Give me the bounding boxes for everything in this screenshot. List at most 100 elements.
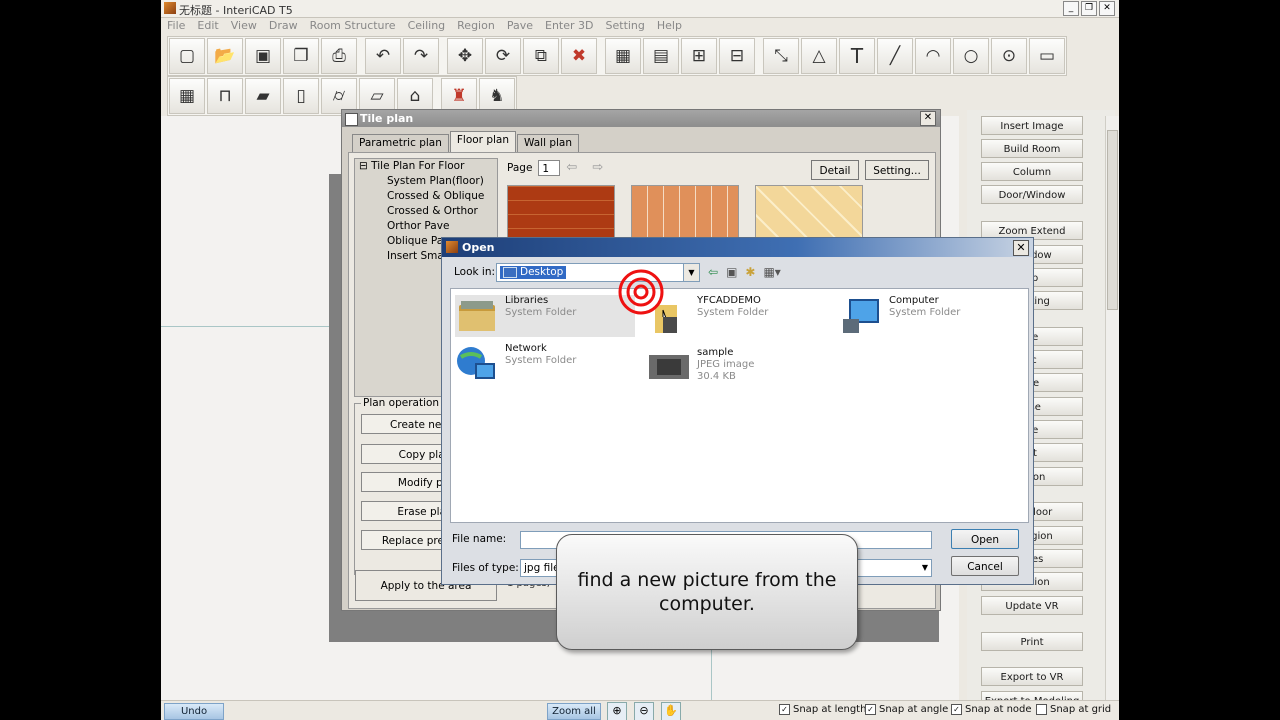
snap-length-label: Snap at length — [793, 704, 867, 715]
detail-button[interactable]: Detail — [811, 160, 859, 180]
sidebar-button-door-window[interactable]: Door/Window — [981, 185, 1083, 204]
checkbox-box[interactable] — [1036, 704, 1047, 715]
tile-thumbnail[interactable] — [507, 185, 615, 243]
angle-button[interactable]: △ — [801, 38, 837, 74]
tile-thumbnail[interactable] — [755, 185, 863, 243]
file-item-libraries[interactable]: Libraries System Folder — [455, 295, 635, 337]
delete-button[interactable]: ✖ — [561, 38, 597, 74]
zoom-in-icon[interactable]: ⊕ — [607, 702, 627, 720]
ungroup-button[interactable]: ▤ — [643, 38, 679, 74]
box-button[interactable]: ▯ — [283, 78, 319, 114]
snap-grid-checkbox[interactable]: Snap at grid — [1036, 704, 1111, 715]
tab-parametric-plan[interactable]: Parametric plan — [352, 134, 449, 153]
prev-page-icon[interactable]: ⇦ — [566, 161, 586, 175]
checkbox-box[interactable]: ✓ — [951, 704, 962, 715]
menu-help[interactable]: Help — [651, 18, 688, 34]
open-button[interactable]: 📂 — [207, 38, 243, 74]
menu-enter-3d[interactable]: Enter 3D — [539, 18, 600, 34]
undo-button[interactable]: Undo — [164, 703, 224, 720]
file-name-text: Computer — [889, 295, 939, 306]
group-button[interactable]: ▦ — [605, 38, 641, 74]
close-button[interactable]: ✕ — [1099, 1, 1115, 16]
close-icon[interactable]: ✕ — [920, 111, 936, 126]
file-item-sample[interactable]: sample JPEG image 30.4 KB — [647, 347, 754, 389]
menu-edit[interactable]: Edit — [191, 18, 224, 34]
file-item-network[interactable]: Network System Folder — [455, 343, 576, 385]
tree-item[interactable]: Orthor Pave — [355, 219, 497, 234]
tab-wall-plan[interactable]: Wall plan — [517, 134, 580, 153]
view-menu-icon[interactable]: ▦▾ — [763, 265, 780, 279]
snap-length-checkbox[interactable]: ✓ Snap at length — [779, 704, 866, 715]
remove-node-button[interactable]: ⊟ — [719, 38, 755, 74]
tree-item[interactable]: Crossed & Orthor — [355, 204, 497, 219]
measure-button[interactable]: ⤡ — [763, 38, 799, 74]
dialog-icon — [345, 113, 358, 126]
sidebar-button-column[interactable]: Column — [981, 162, 1083, 181]
setting-button[interactable]: Setting... — [865, 160, 929, 180]
tab-floor-plan[interactable]: Floor plan — [449, 131, 517, 153]
new-button[interactable]: ▢ — [169, 38, 205, 74]
tile-thumbnail[interactable] — [631, 185, 739, 243]
page-input[interactable]: 1 — [538, 160, 561, 176]
look-in-select[interactable]: Desktop ▼ — [496, 263, 700, 282]
tree-item[interactable]: Crossed & Oblique — [355, 189, 497, 204]
file-item-computer[interactable]: Computer System Folder — [839, 295, 960, 337]
snap-node-checkbox[interactable]: ✓ Snap at node — [951, 704, 1032, 715]
checkbox-box[interactable]: ✓ — [779, 704, 790, 715]
menu-room-structure[interactable]: Room Structure — [304, 18, 402, 34]
pan-hand-icon[interactable]: ✋ — [661, 702, 681, 720]
circle-button[interactable]: ○ — [953, 38, 989, 74]
tree-root[interactable]: ⊟ Tile Plan For Floor — [355, 159, 497, 174]
menu-region[interactable]: Region — [451, 18, 501, 34]
redo-button[interactable]: ↷ — [403, 38, 439, 74]
menu-view[interactable]: View — [225, 18, 263, 34]
next-page-icon[interactable]: ⇨ — [592, 161, 612, 175]
menu-file[interactable]: File — [161, 18, 191, 34]
sidebar-button-update-vr[interactable]: Update VR — [981, 596, 1083, 615]
menu-pave[interactable]: Pave — [501, 18, 539, 34]
tree-item[interactable]: System Plan(floor) — [355, 174, 497, 189]
arc-button[interactable]: ◠ — [915, 38, 951, 74]
region-button[interactable]: ▦ — [169, 78, 205, 114]
door-frame-button[interactable]: ⊓ — [207, 78, 243, 114]
snap-angle-checkbox[interactable]: ✓ Snap at angle — [865, 704, 948, 715]
zoom-out-icon[interactable]: ⊖ — [634, 702, 654, 720]
up-folder-icon[interactable]: ▣ — [726, 265, 737, 279]
print-button[interactable]: ⎙ — [321, 38, 357, 74]
new-folder-icon[interactable]: ✱ — [745, 265, 755, 279]
text-button[interactable]: T — [839, 38, 875, 74]
chevron-down-icon[interactable]: ▼ — [922, 560, 928, 576]
copy-button[interactable]: ❐ — [283, 38, 319, 74]
chevron-down-icon[interactable]: ▼ — [683, 264, 699, 281]
scrollbar-thumb[interactable] — [1107, 130, 1118, 310]
cancel-button[interactable]: Cancel — [951, 556, 1019, 576]
point-circle-button[interactable]: ⊙ — [991, 38, 1027, 74]
sidebar-button-print[interactable]: Print — [981, 632, 1083, 651]
sidebar-button-insert-image[interactable]: Insert Image — [981, 116, 1083, 135]
rotate-button[interactable]: ⟳ — [485, 38, 521, 74]
comment-button[interactable]: ▭ — [1029, 38, 1065, 74]
line-button[interactable]: ╱ — [877, 38, 913, 74]
minimize-button[interactable]: _ — [1063, 1, 1079, 16]
add-node-button[interactable]: ⊞ — [681, 38, 717, 74]
slab-button[interactable]: ▰ — [245, 78, 281, 114]
restore-button[interactable]: ❐ — [1081, 1, 1097, 16]
menu-setting[interactable]: Setting — [600, 18, 651, 34]
move-button[interactable]: ✥ — [447, 38, 483, 74]
save-button[interactable]: ▣ — [245, 38, 281, 74]
vertical-scrollbar[interactable] — [1105, 116, 1119, 700]
undo-button[interactable]: ↶ — [365, 38, 401, 74]
menu-ceiling[interactable]: Ceiling — [402, 18, 452, 34]
close-icon[interactable]: ✕ — [1013, 240, 1029, 256]
menu-draw[interactable]: Draw — [263, 18, 304, 34]
collapse-icon[interactable]: ⊟ — [359, 160, 368, 172]
sidebar-button-build-room[interactable]: Build Room — [981, 139, 1083, 158]
file-list[interactable]: Libraries System Folder YFCADDEMO System F… — [450, 288, 1029, 523]
checkbox-box[interactable]: ✓ — [865, 704, 876, 715]
sidebar-button-export-to-vr[interactable]: Export to VR — [981, 667, 1083, 686]
status-bar: Undo Zoom all ⊕ ⊖ ✋ ✓ Snap at length ✓ Sna… — [161, 700, 1119, 720]
duplicate-button[interactable]: ⧉ — [523, 38, 559, 74]
open-button[interactable]: Open — [951, 529, 1019, 549]
zoom-all-button[interactable]: Zoom all — [547, 703, 601, 720]
back-icon[interactable]: ⇦ — [708, 265, 718, 279]
